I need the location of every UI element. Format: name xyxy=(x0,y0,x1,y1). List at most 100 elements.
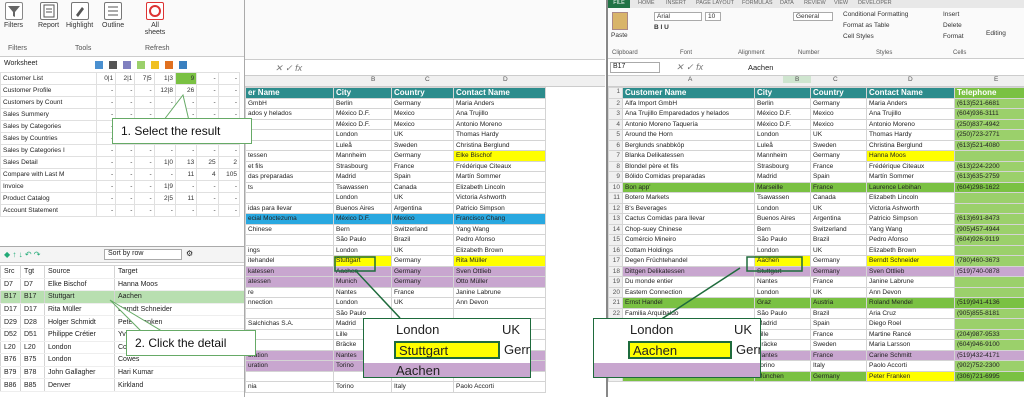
filters-button[interactable]: Filters xyxy=(4,2,23,29)
worksheet-row[interactable]: Customers by Count - - - - - - - xyxy=(0,96,241,109)
right-cell[interactable]: Eastern Connection xyxy=(622,286,755,298)
mid-cell[interactable]: Canada xyxy=(391,181,454,193)
right-cell[interactable]: Switzerland xyxy=(810,223,867,235)
font-size-select[interactable]: 10 xyxy=(705,12,721,21)
mid-cell[interactable]: Stuttgart xyxy=(333,255,392,267)
right-cell[interactable]: France xyxy=(810,276,867,288)
right-cell[interactable]: France xyxy=(810,160,867,172)
mid-cell[interactable]: Torino xyxy=(333,381,392,393)
right-cell[interactable]: Roland Mendel xyxy=(866,297,955,309)
right-cell[interactable]: UK xyxy=(810,202,867,214)
right-cell[interactable]: Comércio Mineiro xyxy=(622,234,755,246)
right-cell[interactable]: Peter Franken xyxy=(866,370,955,382)
right-cell[interactable] xyxy=(954,244,1024,256)
format-as-table-button[interactable]: Format as Table xyxy=(843,22,889,29)
right-cell[interactable]: Christina Berglund xyxy=(866,139,955,151)
right-cell[interactable]: Paolo Accorti xyxy=(866,360,955,372)
right-cell[interactable]: UK xyxy=(810,129,867,141)
sort-select[interactable]: Sort by row xyxy=(104,249,182,260)
right-cell[interactable]: (250)837-4942 xyxy=(954,118,1024,130)
right-cell[interactable]: Antonio Moreno Taquería xyxy=(622,118,755,130)
mid-cell[interactable]: et fils xyxy=(245,160,334,172)
mid-cell[interactable]: Ana Trujillo xyxy=(453,108,546,120)
conditional-formatting-button[interactable]: Conditional Formatting xyxy=(843,11,908,18)
right-cell[interactable]: Austria xyxy=(810,297,867,309)
right-cell[interactable]: Mannheim xyxy=(754,150,811,162)
mid-cell[interactable]: London xyxy=(333,129,392,141)
mid-cell[interactable] xyxy=(245,328,334,340)
right-cell[interactable]: Victoria Ashworth xyxy=(866,202,955,214)
mid-cell[interactable]: tessen xyxy=(245,150,334,162)
mid-cell[interactable] xyxy=(245,370,334,382)
tab-insert[interactable]: INSERT xyxy=(666,0,686,6)
mid-cell[interactable]: Antonio Moreno xyxy=(453,118,546,130)
right-cell[interactable]: Martine Rancé xyxy=(866,328,955,340)
right-cell[interactable]: (519)740-0878 xyxy=(954,265,1024,277)
right-cell[interactable]: Laurence Lebihan xyxy=(866,181,955,193)
tab-view[interactable]: VIEW xyxy=(834,0,848,6)
right-cell[interactable]: São Paulo xyxy=(754,307,811,319)
right-cell[interactable]: Hanna Moos xyxy=(866,150,955,162)
right-cell[interactable]: (519)941-4136 xyxy=(954,297,1024,309)
tab-page-layout[interactable]: PAGE LAYOUT xyxy=(696,0,734,6)
right-cell[interactable]: Buenos Aires xyxy=(754,213,811,225)
right-cell[interactable]: Antonio Moreno xyxy=(866,118,955,130)
right-cell[interactable]: Elizabeth Brown xyxy=(866,244,955,256)
right-cell[interactable]: (905)855-8181 xyxy=(954,307,1024,319)
right-cell[interactable]: Alfa Import GmbH xyxy=(622,97,755,109)
mid-cell[interactable]: Germany xyxy=(391,265,454,277)
mid-cell[interactable]: France xyxy=(391,160,454,172)
mid-cell[interactable]: UK xyxy=(391,297,454,309)
mid-cell[interactable]: Tsawassen xyxy=(333,181,392,193)
right-cell[interactable]: Berglunds snabbköp xyxy=(622,139,755,151)
right-cell[interactable]: Maria Larsson xyxy=(866,339,955,351)
right-cell[interactable]: Diego Roel xyxy=(866,318,955,330)
mid-cell[interactable]: France xyxy=(391,286,454,298)
detail-row[interactable]: D7 D7 Elke Bischof Hanna Moos xyxy=(0,277,244,292)
mid-cell[interactable]: Rita Müller xyxy=(453,255,546,267)
mid-cell[interactable]: katessen xyxy=(245,265,334,277)
bold-italic-underline-buttons[interactable]: B I U xyxy=(654,24,669,31)
right-cell[interactable]: Martín Sommer xyxy=(866,171,955,183)
right-cell[interactable]: Germany xyxy=(810,97,867,109)
name-box[interactable]: B17 xyxy=(610,62,660,73)
mid-cell[interactable] xyxy=(245,118,334,130)
right-cell[interactable]: Du monde entier xyxy=(622,276,755,288)
worksheet-row[interactable]: Invoice - - -1|9- - - xyxy=(0,180,241,193)
mid-cell[interactable]: Chinese xyxy=(245,223,334,235)
mid-cell[interactable]: Christina Berglund xyxy=(453,139,546,151)
right-cell[interactable]: (604)936-3111 xyxy=(954,108,1024,120)
tab-review[interactable]: REVIEW xyxy=(804,0,826,6)
mid-cell[interactable]: São Paulo xyxy=(333,234,392,246)
mid-cell[interactable]: re xyxy=(245,286,334,298)
mid-cell[interactable]: Mexico xyxy=(391,108,454,120)
right-cell[interactable]: Sweden xyxy=(810,139,867,151)
right-cell[interactable]: (604)926-9119 xyxy=(954,234,1024,246)
right-cell[interactable]: Brazil xyxy=(810,307,867,319)
right-cell[interactable]: Spain xyxy=(810,318,867,330)
right-cell[interactable]: Bern xyxy=(754,223,811,235)
mid-cell[interactable]: nia xyxy=(245,381,334,393)
mid-cell[interactable]: uration xyxy=(245,360,334,372)
mid-cell[interactable]: México D.F. xyxy=(333,108,392,120)
right-cell[interactable]: France xyxy=(810,181,867,193)
right-cell[interactable]: UK xyxy=(810,286,867,298)
right-cell[interactable]: (604)946-9100 xyxy=(954,339,1024,351)
mid-cell[interactable]: Elke Bischof xyxy=(453,150,546,162)
mid-cell[interactable] xyxy=(453,307,546,319)
right-cell[interactable]: Argentina xyxy=(810,213,867,225)
worksheet-row[interactable]: Compare with Last M - - - -11 4 105 xyxy=(0,168,241,181)
right-cell[interactable]: Aria Cruz xyxy=(866,307,955,319)
right-cell[interactable]: (604)298-1622 xyxy=(954,181,1024,193)
mid-cell[interactable]: Maria Anders xyxy=(453,97,546,109)
right-cell[interactable]: Nantes xyxy=(754,349,811,361)
right-cell[interactable]: France xyxy=(810,328,867,340)
right-cell[interactable]: Germany xyxy=(810,150,867,162)
right-cell[interactable]: Carine Schmitt xyxy=(866,349,955,361)
right-cell[interactable]: São Paulo xyxy=(754,234,811,246)
mid-cell[interactable]: UK xyxy=(391,129,454,141)
mid-cell[interactable]: Spain xyxy=(391,171,454,183)
detail-row[interactable]: B79 B78 John Gallagher Hari Kumar xyxy=(0,365,244,380)
right-cell[interactable]: Dittgen Delikatessen xyxy=(622,265,755,277)
mid-cell[interactable] xyxy=(245,139,334,151)
